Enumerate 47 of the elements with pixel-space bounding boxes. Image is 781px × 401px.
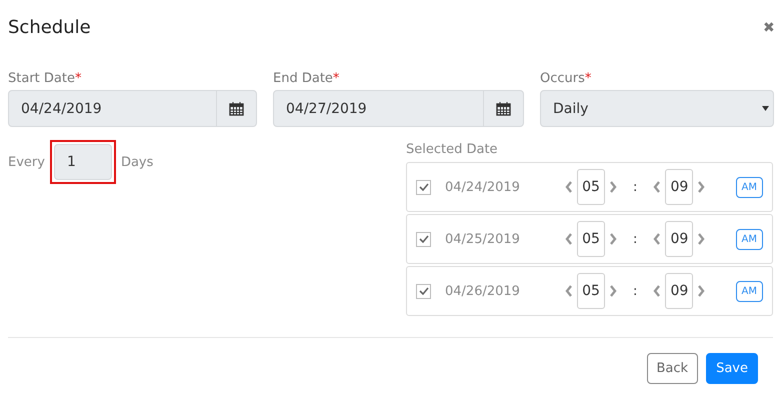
days-label: Days <box>120 154 154 170</box>
date-field[interactable]: 04/27/2019 <box>273 90 524 127</box>
chevron-right-icon[interactable] <box>609 233 617 245</box>
chevron-right-icon[interactable] <box>697 181 706 193</box>
date-text: 04/24/2019 <box>445 180 521 194</box>
checkbox[interactable] <box>416 180 431 194</box>
chevron-left-icon[interactable] <box>653 233 662 245</box>
date-text: 04/25/2019 <box>445 232 521 246</box>
save-button[interactable]: Save <box>706 353 758 384</box>
checkmark-icon <box>418 183 428 191</box>
calendar-icon <box>229 101 244 116</box>
hour-field[interactable]: 05 <box>577 169 605 205</box>
time-separator: : <box>633 284 638 298</box>
chevron-right-icon[interactable] <box>697 285 706 297</box>
chevron-left-icon[interactable] <box>653 181 662 193</box>
chevron-left-icon[interactable] <box>565 285 573 297</box>
chevron-right-icon[interactable] <box>697 233 706 245</box>
date-text: 04/26/2019 <box>445 284 521 298</box>
date-field[interactable]: 04/24/2019 <box>8 90 257 127</box>
close-button[interactable]: ✖ <box>763 19 775 35</box>
field-label: End Date* <box>273 71 340 86</box>
every-label: Every <box>8 154 45 170</box>
checkmark-icon <box>418 287 428 295</box>
minute-field[interactable]: 09 <box>665 273 694 309</box>
chevron-left-icon[interactable] <box>653 285 662 297</box>
field-label: Occurs* <box>540 71 592 86</box>
selected-date-label: Selected Date <box>406 142 499 157</box>
chevron-left-icon[interactable] <box>565 181 573 193</box>
calendar-icon <box>496 101 511 116</box>
hour-field[interactable]: 05 <box>577 273 605 309</box>
time-separator: : <box>633 180 638 194</box>
chevron-right-icon[interactable] <box>609 181 617 193</box>
chevron-left-icon[interactable] <box>565 233 573 245</box>
minute-field[interactable]: 09 <box>665 169 694 205</box>
occurs-dropdown[interactable]: Daily <box>540 90 774 127</box>
checkmark-icon <box>418 235 428 243</box>
minute-field[interactable]: 09 <box>665 221 694 257</box>
time-separator: : <box>633 232 638 246</box>
back-button[interactable]: Back <box>646 353 698 384</box>
checkbox[interactable] <box>416 232 431 246</box>
chevron-right-icon[interactable] <box>609 285 617 297</box>
checkbox[interactable] <box>416 284 431 298</box>
caret-icon <box>762 106 769 111</box>
hour-field[interactable]: 05 <box>577 221 605 257</box>
interval-field[interactable]: 1 <box>54 144 112 180</box>
dialog-title: Schedule <box>8 16 91 38</box>
field-label: Start Date* <box>8 71 82 86</box>
